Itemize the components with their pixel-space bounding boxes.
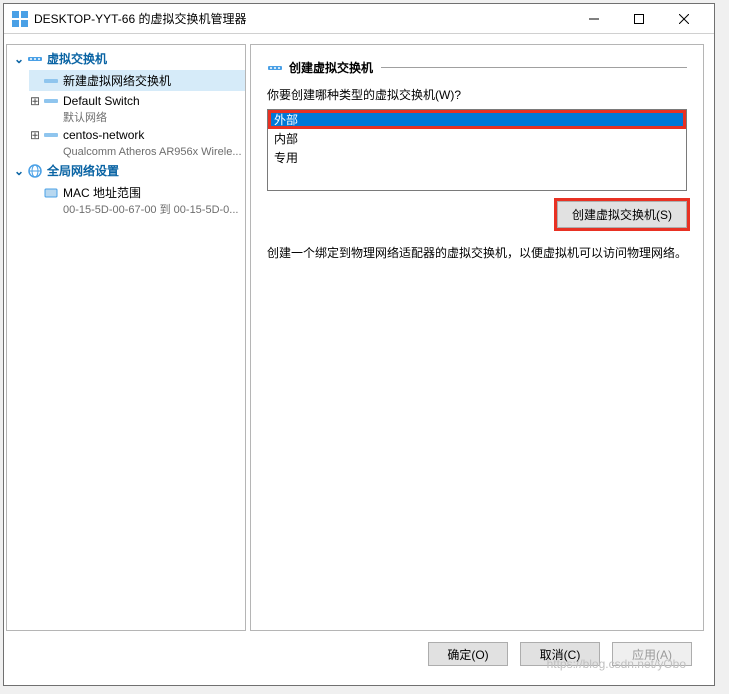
listbox-item-private[interactable]: 专用 xyxy=(268,148,686,167)
tree-item-label: Default Switch xyxy=(63,94,140,108)
plus-icon: ⊞ xyxy=(29,94,41,108)
window: DESKTOP-YYT-66 的虚拟交换机管理器 ⌄ 虚拟交换机 xyxy=(3,3,715,686)
create-switch-button[interactable]: 创建虚拟交换机(S) xyxy=(557,201,687,228)
ok-button[interactable]: 确定(O) xyxy=(428,642,508,666)
tree-section-label: 虚拟交换机 xyxy=(47,50,107,67)
switch-icon xyxy=(43,73,59,89)
tree-section-label: 全局网络设置 xyxy=(47,162,119,179)
switch-icon xyxy=(43,127,59,143)
chevron-down-icon: ⌄ xyxy=(13,164,25,178)
cancel-button[interactable]: 取消(C) xyxy=(520,642,600,666)
globe-icon xyxy=(27,163,43,179)
nic-icon xyxy=(43,185,59,201)
switch-icon xyxy=(43,93,59,109)
panels: ⌄ 虚拟交换机 新建虚拟网络交换机 ⊞ xyxy=(6,44,704,631)
minimize-button[interactable] xyxy=(571,4,616,34)
window-title: DESKTOP-YYT-66 的虚拟交换机管理器 xyxy=(34,10,571,27)
maximize-button[interactable] xyxy=(616,4,661,34)
tree: ⌄ 虚拟交换机 新建虚拟网络交换机 ⊞ xyxy=(7,45,245,219)
tree-item-sublabel: 00-15-5D-00-67-00 到 00-15-5D-0... xyxy=(29,203,245,217)
create-row: 创建虚拟交换机(S) xyxy=(267,201,687,228)
tree-item-label: centos-network xyxy=(63,128,144,142)
switch-icon xyxy=(27,51,43,67)
chevron-down-icon: ⌄ xyxy=(13,52,25,66)
section-title-text: 创建虚拟交换机 xyxy=(289,59,373,76)
tree-item-label: 新建虚拟网络交换机 xyxy=(63,72,171,89)
switch-icon xyxy=(267,60,283,76)
app-icon xyxy=(12,11,28,27)
tree-section-virtual-switches[interactable]: ⌄ 虚拟交换机 xyxy=(7,47,245,70)
listbox-item-external[interactable]: 外部 xyxy=(268,110,686,129)
apply-button[interactable]: 应用(A) xyxy=(612,642,692,666)
footer: 确定(O) 取消(C) 应用(A) xyxy=(6,631,704,677)
listbox-item-internal[interactable]: 内部 xyxy=(268,129,686,148)
close-button[interactable] xyxy=(661,4,706,34)
section-title: 创建虚拟交换机 xyxy=(267,59,687,76)
tree-item-default-switch[interactable]: ⊞ Default Switch xyxy=(29,91,245,111)
description-text: 创建一个绑定到物理网络适配器的虚拟交换机，以便虚拟机可以访问物理网络。 xyxy=(267,244,687,262)
plus-icon: ⊞ xyxy=(29,128,41,142)
window-controls xyxy=(571,4,706,34)
divider xyxy=(381,67,687,68)
tree-item-sublabel: 默认网络 xyxy=(29,111,245,125)
body: ⌄ 虚拟交换机 新建虚拟网络交换机 ⊞ xyxy=(4,34,714,685)
tree-item-label: MAC 地址范围 xyxy=(63,184,141,201)
tree-item-new-switch[interactable]: 新建虚拟网络交换机 xyxy=(29,70,245,91)
tree-item-mac-range[interactable]: MAC 地址范围 xyxy=(29,182,245,203)
switch-type-listbox[interactable]: 外部 内部 专用 xyxy=(267,109,687,191)
question-label: 你要创建哪种类型的虚拟交换机(W)? xyxy=(267,86,687,103)
tree-item-sublabel: Qualcomm Atheros AR956x Wirele... xyxy=(29,145,245,159)
tree-section-global-settings[interactable]: ⌄ 全局网络设置 xyxy=(7,159,245,182)
titlebar: DESKTOP-YYT-66 的虚拟交换机管理器 xyxy=(4,4,714,34)
tree-item-centos-network[interactable]: ⊞ centos-network xyxy=(29,125,245,145)
main-panel: 创建虚拟交换机 你要创建哪种类型的虚拟交换机(W)? 外部 内部 专用 创建虚拟… xyxy=(250,44,704,631)
sidebar: ⌄ 虚拟交换机 新建虚拟网络交换机 ⊞ xyxy=(6,44,246,631)
